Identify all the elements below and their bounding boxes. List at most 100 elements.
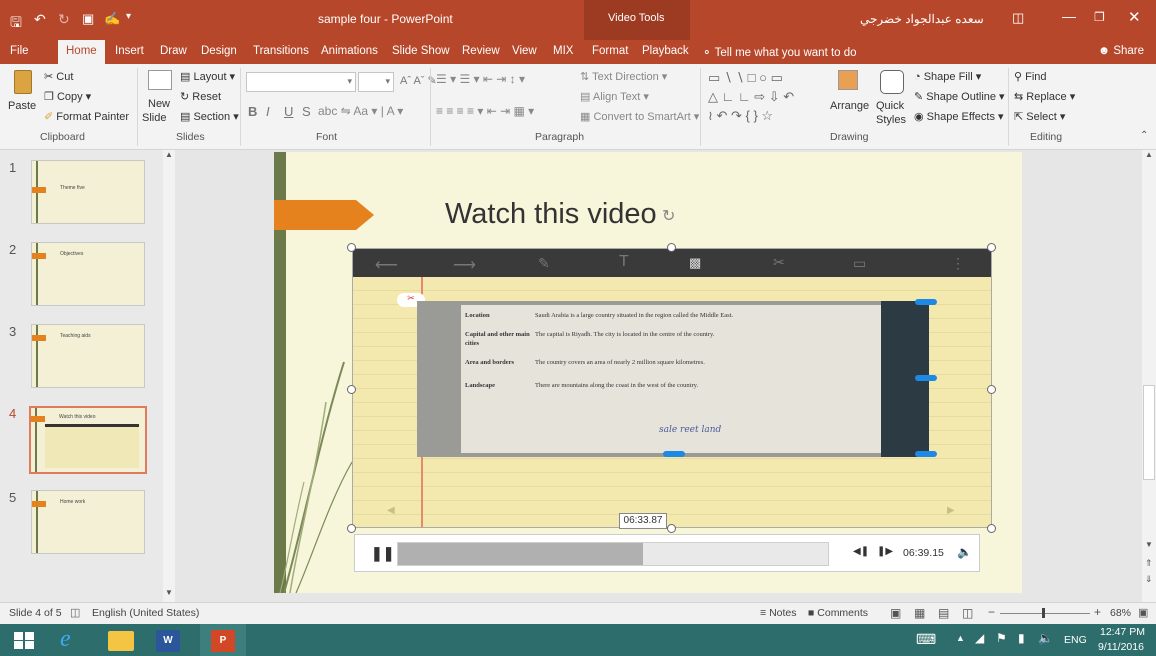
windows-start-icon[interactable] [14, 632, 34, 649]
cut-button[interactable]: ✂ Cut [44, 70, 73, 83]
thumbnail-scrollbar[interactable]: ▲ ▼ [163, 150, 175, 602]
volume-icon[interactable]: 🔈 [957, 545, 972, 559]
slide-thumbnail-2[interactable]: Objectives [31, 242, 145, 306]
shadow-button[interactable]: S [302, 104, 311, 119]
user-name[interactable]: سعده عبدالجواد خضرجي [860, 12, 984, 26]
resize-handle[interactable] [987, 524, 996, 533]
slide-title[interactable]: Watch this video [445, 198, 657, 231]
convert-smartart-button[interactable]: ▦ Convert to SmartArt ▾ [580, 110, 699, 123]
editor-scrollbar[interactable]: ▲ ▼ ⇑ ⇓ [1142, 150, 1156, 602]
menu-icon[interactable]: ⋮ [951, 255, 965, 271]
prev-slide-icon[interactable]: ⇑ [1145, 558, 1153, 569]
image-tool-icon[interactable]: ▩ [689, 255, 701, 270]
tab-home[interactable]: Home [58, 40, 105, 64]
tab-playback[interactable]: Playback [642, 45, 689, 57]
keyboard-icon[interactable]: ⌨ [916, 631, 936, 648]
redo-icon[interactable]: ↻ [58, 11, 70, 28]
word-icon[interactable]: W [156, 630, 180, 652]
next-slide-icon[interactable]: ⇓ [1145, 574, 1153, 585]
crop-handle[interactable] [915, 299, 937, 305]
tell-me-search[interactable]: ⚬ Tell me what you want to do [702, 45, 857, 59]
present-icon[interactable]: ▣ [82, 11, 94, 27]
fit-slide-icon[interactable]: ▣ [1138, 606, 1148, 619]
undo-icon[interactable]: ↶ [34, 11, 46, 28]
pen-icon[interactable]: ✎ [538, 255, 550, 271]
text-direction-button[interactable]: ⇅ Text Direction ▾ [580, 70, 667, 83]
grow-shrink-font[interactable]: Aˆ Aˇ ✎ [400, 74, 437, 87]
resize-handle[interactable] [987, 385, 996, 394]
text-tool-icon[interactable]: T [619, 253, 629, 270]
bold-button[interactable]: B [248, 104, 257, 119]
arrange-button[interactable]: Arrange [830, 68, 870, 128]
section-button[interactable]: ▤ Section ▾ [180, 110, 239, 123]
crop-handle[interactable] [663, 451, 685, 457]
resize-handle[interactable] [347, 243, 356, 252]
collapse-ribbon-icon[interactable]: ⌃ [1140, 130, 1148, 141]
battery-icon[interactable]: ▮ [1018, 631, 1025, 645]
video-next-arrow[interactable]: ▶ [947, 505, 955, 516]
align-buttons[interactable]: ≡ ≡ ≡ ≡ ▾ ⇤ ⇥ ▦ ▾ [436, 104, 534, 118]
zoom-level[interactable]: 68% [1110, 607, 1131, 619]
speaker-icon[interactable]: 🔈 [1038, 631, 1053, 645]
input-language[interactable]: ENG [1064, 634, 1087, 646]
video-prev-arrow[interactable]: ◀ [387, 505, 395, 516]
slideshow-icon[interactable]: ◫ [962, 606, 973, 620]
reset-button[interactable]: ↻ Reset [180, 90, 221, 103]
powerpoint-icon[interactable]: P [200, 624, 246, 656]
zoom-out-icon[interactable]: − [988, 605, 995, 619]
shapes-gallery[interactable]: ▭ ∖ ∖ □ ○ ▭ △ ∟ ∟ ⇨ ⇩ ↶ ≀ ↶ ↷ { } ☆ [708, 68, 826, 128]
zoom-in-icon[interactable]: + [1094, 605, 1101, 619]
new-slide-button[interactable]: New Slide [142, 68, 178, 128]
layout-button[interactable]: ▤ Layout ▾ [180, 70, 235, 83]
copy-button[interactable]: ❐ Copy ▾ [44, 90, 91, 103]
save-icon[interactable]: 🖫 [10, 12, 22, 36]
tab-animations[interactable]: Animations [321, 45, 378, 57]
scroll-up-icon[interactable]: ▲ [165, 150, 173, 159]
paste-button[interactable]: Paste [6, 68, 40, 126]
tab-transitions[interactable]: Transitions [253, 45, 309, 57]
replace-button[interactable]: ⇆ Replace ▾ [1014, 90, 1075, 103]
align-text-button[interactable]: ▤ Align Text ▾ [580, 90, 649, 103]
tab-view[interactable]: View [512, 45, 537, 57]
seek-forward-icon[interactable]: ❚▶ [877, 546, 893, 557]
frame-tool-icon[interactable]: ▭ [853, 255, 866, 271]
ribbon-display-icon[interactable]: ◫ [1012, 10, 1024, 26]
shape-effects-button[interactable]: ◉ Shape Effects ▾ [914, 110, 1004, 123]
slide-sorter-icon[interactable]: ▦ [914, 606, 925, 620]
redo-arrow-icon[interactable]: ⟶ [453, 255, 476, 274]
resize-handle[interactable] [987, 243, 996, 252]
shape-fill-button[interactable]: ◔ Shape Fill ▾ [914, 70, 981, 83]
shape-outline-button[interactable]: ✎ Shape Outline ▾ [914, 90, 1005, 103]
tab-slide-show[interactable]: Slide Show [392, 45, 450, 57]
notes-button[interactable]: ≡ Notes [760, 607, 797, 619]
flag-icon[interactable]: ⚑ [996, 631, 1007, 645]
crop-handle[interactable] [915, 451, 937, 457]
internet-explorer-icon[interactable]: e [60, 626, 71, 653]
format-painter-button[interactable]: ✐ Format Painter [44, 110, 129, 123]
pause-icon[interactable]: ❚❚ [371, 545, 394, 562]
tab-format[interactable]: Format [592, 45, 628, 57]
tray-expand-icon[interactable]: ▲ [956, 633, 965, 643]
slide-thumbnail-3[interactable]: Teaching aids [31, 324, 145, 388]
underline-button[interactable]: U [284, 104, 293, 119]
undo-arrow-icon[interactable]: ⟵ [375, 255, 398, 274]
scroll-up-icon[interactable]: ▲ [1145, 150, 1153, 159]
resize-handle[interactable] [667, 524, 676, 533]
tab-design[interactable]: Design [201, 45, 237, 57]
bullets-button[interactable]: ☰ ▾ ☰ ▾ ⇤ ⇥ ↕ ▾ [436, 72, 525, 86]
scroll-down-icon[interactable]: ▼ [165, 588, 173, 597]
scroll-thumb[interactable] [1143, 385, 1155, 480]
language-indicator[interactable]: English (United States) [92, 607, 199, 619]
seek-back-icon[interactable]: ◀❚ [853, 546, 869, 557]
slide-thumbnail-4[interactable]: Watch this video [29, 406, 147, 474]
restore-icon[interactable]: ❐ [1094, 10, 1105, 24]
file-explorer-icon[interactable] [108, 631, 134, 651]
reading-view-icon[interactable]: ▤ [938, 606, 949, 620]
tab-review[interactable]: Review [462, 45, 500, 57]
slide-thumbnail-1[interactable]: Theme five [31, 160, 145, 224]
tab-insert[interactable]: Insert [115, 45, 144, 57]
share-button[interactable]: ☻ Share [1098, 45, 1144, 57]
tab-draw[interactable]: Draw [160, 45, 187, 57]
zoom-slider[interactable] [1000, 608, 1090, 618]
font-more-tools[interactable]: abc ⇋ Aa ▾ | A ▾ [318, 104, 403, 118]
